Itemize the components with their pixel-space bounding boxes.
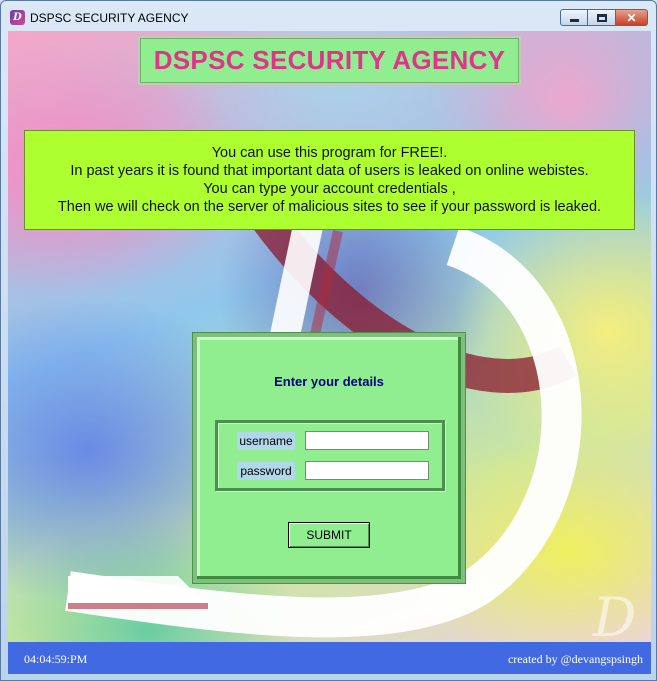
title-bar[interactable]: D DSPSC SECURITY AGENCY ✕ xyxy=(1,1,656,31)
info-line: Then we will check on the server of mali… xyxy=(57,199,602,215)
info-line: You can type your account credentials , xyxy=(203,181,456,197)
password-label: password xyxy=(237,462,295,480)
client-area: D DSPSC SECURITY AGENCY You can use this… xyxy=(8,31,651,674)
status-bar: 04:04:59:PM created by @devangspsingh xyxy=(8,642,651,674)
username-input[interactable] xyxy=(305,431,429,450)
close-icon: ✕ xyxy=(626,10,637,25)
minimize-icon xyxy=(569,18,579,22)
banner-title: DSPSC SECURITY AGENCY xyxy=(153,45,506,75)
credentials-group: username password xyxy=(215,420,445,491)
clock-label: 04:04:59:PM xyxy=(24,652,88,666)
info-box: You can use this program for FREE!. In p… xyxy=(24,130,635,230)
app-window: D DSPSC SECURITY AGENCY ✕ D DSPSC SECURI… xyxy=(0,0,657,681)
maximize-button[interactable] xyxy=(588,9,616,26)
banner: DSPSC SECURITY AGENCY xyxy=(138,36,521,85)
credit-label: created by @devangspsingh xyxy=(507,652,643,666)
maximize-icon xyxy=(596,13,607,22)
window-title: DSPSC SECURITY AGENCY xyxy=(30,11,189,25)
minimize-button[interactable] xyxy=(560,9,588,26)
close-button[interactable]: ✕ xyxy=(616,9,648,26)
username-label: username xyxy=(237,432,295,450)
window-controls: ✕ xyxy=(560,9,648,26)
login-panel: Enter your details username password SUB… xyxy=(193,333,465,583)
password-input[interactable] xyxy=(305,461,429,480)
form-title: Enter your details xyxy=(274,374,384,389)
submit-button[interactable]: SUBMIT xyxy=(288,522,370,548)
app-logo-icon: D xyxy=(10,10,25,25)
info-line: In past years it is found that important… xyxy=(70,163,589,179)
info-line: You can use this program for FREE!. xyxy=(211,145,448,161)
svg-text:D: D xyxy=(592,586,636,649)
